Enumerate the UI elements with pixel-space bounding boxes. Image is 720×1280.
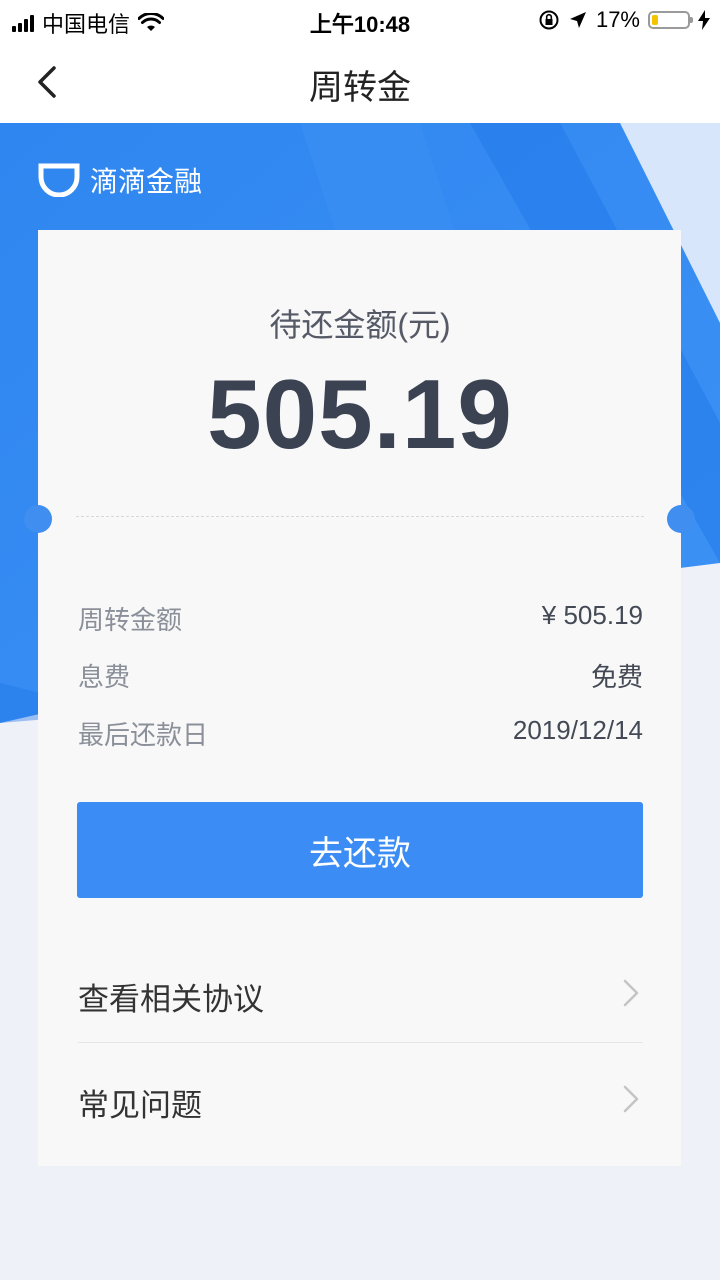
status-right: 17%: [538, 7, 710, 33]
location-arrow-icon: [569, 12, 586, 28]
link-label: 常见问题: [78, 1088, 202, 1123]
didi-logo-icon: [38, 163, 80, 197]
card-divider: [76, 516, 644, 517]
battery-level-fill: [652, 15, 658, 25]
detail-value: 免费: [590, 662, 643, 692]
card-notch-left: [24, 505, 52, 533]
faq-link[interactable]: 常见问题: [78, 1046, 643, 1150]
detail-row-principal: 周转金额 ¥ 505.19: [78, 600, 643, 640]
link-divider: [78, 1042, 643, 1043]
navigation-bar: 周转金: [0, 40, 720, 123]
link-label: 查看相关协议: [78, 982, 264, 1017]
amount-due-label: 待还金额(元): [269, 307, 451, 343]
detail-key: 最后还款日: [78, 720, 209, 750]
amount-due-value: 505.19: [207, 359, 513, 469]
detail-key: 息费: [78, 662, 131, 692]
brand-logo: 滴滴金融: [38, 160, 202, 200]
detail-row-due-date: 最后还款日 2019/12/14: [78, 715, 643, 755]
detail-row-fee: 息费 免费: [78, 657, 643, 697]
chevron-right-icon: [623, 1085, 639, 1113]
battery-icon: [648, 11, 693, 29]
page-title: 周转金: [309, 69, 411, 107]
card-notch-right: [667, 505, 695, 533]
brand-name: 滴滴金融: [90, 166, 203, 197]
detail-key: 周转金额: [78, 605, 183, 635]
status-bar: 中国电信 上午10:48 17%: [0, 0, 720, 40]
charging-bolt-icon: [698, 10, 710, 30]
repay-button[interactable]: 去还款: [77, 802, 643, 898]
view-agreement-link[interactable]: 查看相关协议: [78, 940, 643, 1044]
detail-value: 2019/12/14: [512, 715, 643, 745]
battery-percent: 17%: [595, 7, 640, 32]
detail-value: ¥ 505.19: [541, 600, 643, 630]
chevron-right-icon: [623, 979, 639, 1007]
orientation-lock-icon: [539, 10, 559, 30]
